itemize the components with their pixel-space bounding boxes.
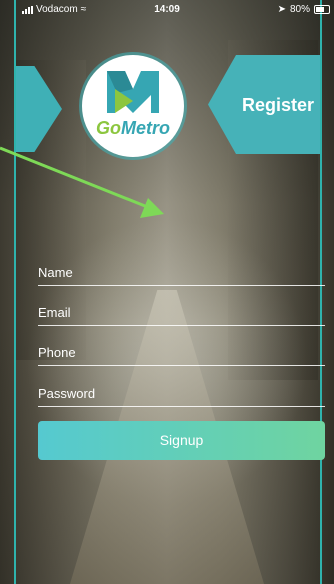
annotation-arrow	[0, 146, 164, 218]
name-field[interactable]	[38, 255, 325, 286]
password-input[interactable]	[38, 386, 325, 401]
phone-input[interactable]	[38, 345, 325, 360]
signup-button[interactable]: Signup	[38, 421, 325, 460]
email-field[interactable]	[38, 295, 325, 326]
email-input[interactable]	[38, 305, 325, 320]
name-input[interactable]	[38, 265, 325, 280]
phone-field[interactable]	[38, 335, 325, 366]
password-field[interactable]	[38, 376, 325, 407]
